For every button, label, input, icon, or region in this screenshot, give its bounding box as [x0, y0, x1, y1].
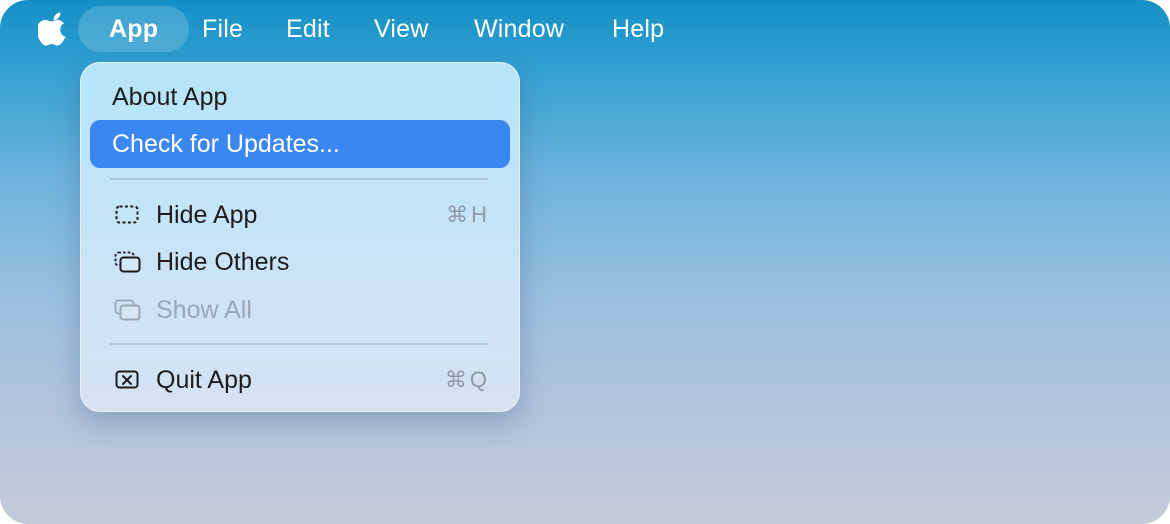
menu-item-label: Hide App [156, 201, 258, 229]
apple-logo-icon[interactable] [38, 11, 70, 47]
app-menu-dropdown: About App Check for Updates... Hide App … [80, 62, 520, 412]
menu-item-quit-app[interactable]: Quit App ⌘Q [90, 356, 510, 404]
menu-item-label: Check for Updates... [112, 130, 340, 158]
menu-bar: App File Edit View Window Help [0, 0, 1170, 58]
menu-window[interactable]: Window [474, 6, 564, 52]
menu-item-label: Hide Others [156, 248, 290, 276]
quit-icon [115, 370, 139, 389]
menu-item-label: About App [112, 83, 228, 111]
menu-item-label: Quit App [156, 366, 252, 394]
menu-item-label: Show All [156, 296, 252, 324]
menu-file[interactable]: File [202, 6, 243, 52]
menu-item-about-app[interactable]: About App [90, 73, 510, 121]
menu-edit[interactable]: Edit [286, 6, 330, 52]
menu-app[interactable]: App [78, 6, 190, 52]
menu-view[interactable]: View [374, 6, 429, 52]
shortcut-hint: ⌘H [446, 202, 490, 227]
menu-item-show-all[interactable]: Show All [90, 286, 510, 334]
menu-item-hide-app[interactable]: Hide App ⌘H [90, 191, 510, 239]
menu-help[interactable]: Help [612, 6, 664, 52]
shortcut-hint: ⌘Q [444, 367, 490, 392]
show-all-icon [114, 299, 141, 321]
menu-separator [110, 343, 488, 345]
desktop-background: App File Edit View Window Help About App… [0, 0, 1170, 524]
menu-item-check-for-updates[interactable]: Check for Updates... [90, 120, 510, 168]
menu-separator [110, 178, 488, 180]
menu-item-hide-others[interactable]: Hide Others [90, 238, 510, 286]
hide-others-icon [114, 251, 141, 273]
hide-window-icon [115, 205, 139, 224]
